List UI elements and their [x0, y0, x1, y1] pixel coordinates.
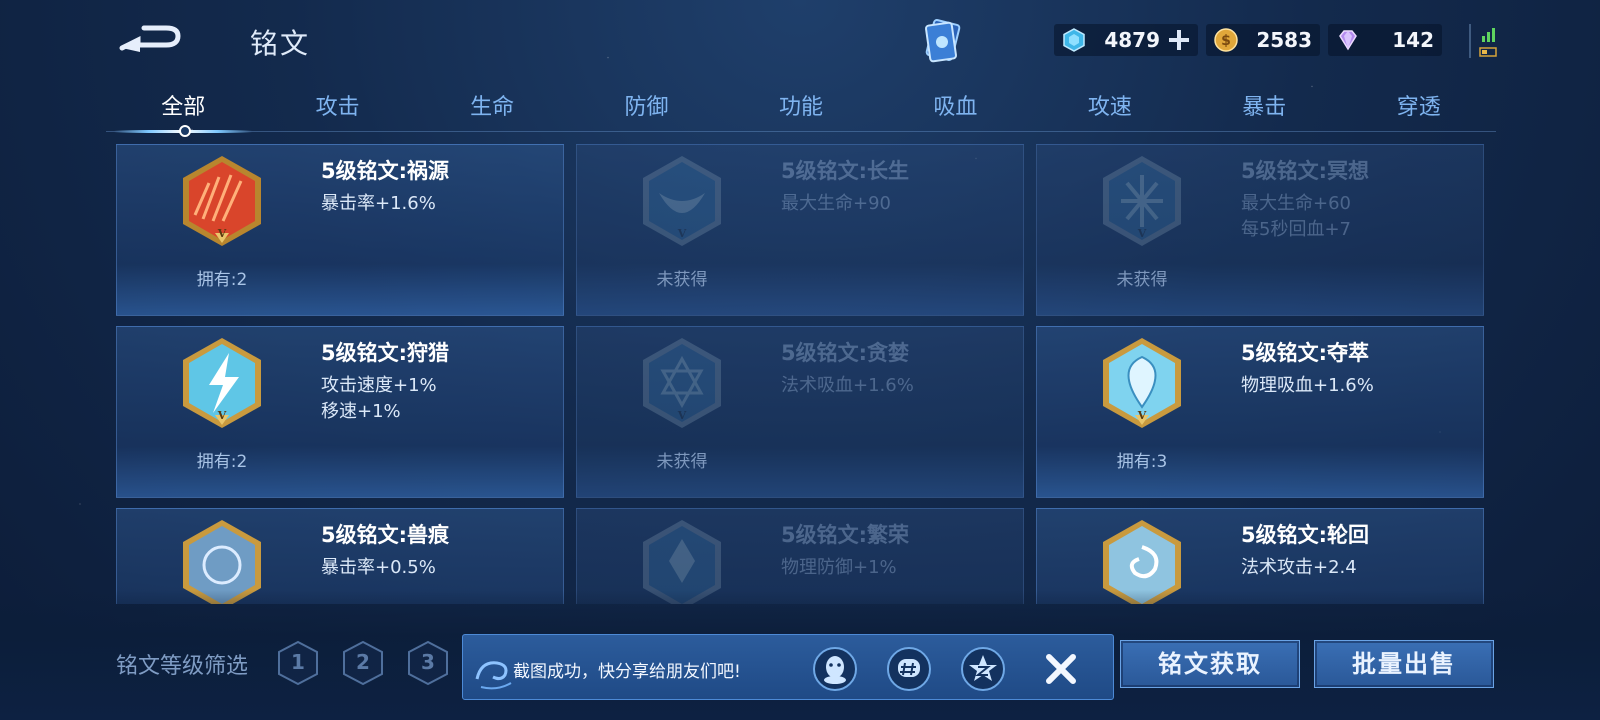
page-title: 铭文 — [250, 27, 311, 60]
rune-owned-count: 未获得 — [656, 270, 708, 290]
level-number: 2 — [356, 650, 370, 674]
tab-penetration[interactable]: 穿透 — [1342, 84, 1496, 131]
rune-card-changsheng[interactable]: V 5级铭文:长生 最大生命+90 未获得 — [576, 144, 1024, 316]
rune-stat: 攻击速度+1% — [321, 375, 437, 396]
rune-stat: 法术吸血+1.6% — [781, 375, 914, 396]
level-number: 3 — [421, 650, 435, 674]
rune-name: 5级铭文:长生 — [781, 159, 910, 183]
rune-shoulie-icon: V — [183, 338, 261, 428]
svg-text:V: V — [1137, 409, 1147, 422]
rune-stat: 暴击率+1.6% — [321, 193, 436, 214]
gold-value: 2583 — [1256, 28, 1312, 52]
tab-defense[interactable]: 防御 — [569, 84, 723, 131]
tab-health[interactable]: 生命 — [415, 84, 569, 131]
level-filter-label: 铭文等级筛选 — [116, 654, 249, 679]
status-indicator — [1466, 22, 1502, 62]
tab-attack[interactable]: 攻击 — [260, 84, 414, 131]
rune-tanlan-icon: V — [643, 338, 721, 428]
rune-stat: 最大生命+60 — [1241, 193, 1351, 214]
bulk-sell-button[interactable]: 批量出售 — [1314, 640, 1494, 688]
rune-acquire-button[interactable]: 铭文获取 — [1120, 640, 1300, 688]
add-coupon-button[interactable] — [1168, 29, 1190, 51]
diamond-counter: 142 — [1328, 24, 1442, 56]
level-number: 1 — [291, 650, 305, 674]
rune-owned-count: 拥有:2 — [196, 270, 248, 290]
share-toast: 截图成功，快分享给朋友们吧! — [462, 634, 1114, 700]
rune-owned-count: 拥有:3 — [1116, 452, 1168, 472]
rune-name: 5级铭文:贪婪 — [781, 341, 910, 365]
rune-duocui-icon: V — [1103, 338, 1181, 428]
svg-text:V: V — [677, 227, 687, 240]
svg-text:V: V — [217, 227, 227, 240]
rune-name: 5级铭文:冥想 — [1241, 159, 1370, 183]
svg-text:V: V — [1137, 227, 1147, 240]
rune-mingxiang-icon: V — [1103, 156, 1181, 246]
rune-card-shoulie[interactable]: V 5级铭文:狩猎 攻击速度+1% 移速+1% 拥有:2 — [116, 326, 564, 498]
back-arrow-icon — [119, 25, 181, 52]
qq-icon[interactable] — [813, 647, 857, 691]
svg-text:V: V — [217, 409, 227, 422]
svg-text:V: V — [677, 409, 687, 422]
coupon-counter: 4879 — [1054, 24, 1198, 56]
rune-name: 5级铭文:兽痕 — [321, 523, 450, 547]
rune-name: 5级铭文:轮回 — [1241, 523, 1370, 547]
rune-stat: 最大生命+90 — [781, 193, 891, 214]
tab-critical[interactable]: 暴击 — [1187, 84, 1341, 131]
coupon-value: 4879 — [1104, 28, 1160, 52]
tab-function[interactable]: 功能 — [724, 84, 878, 131]
rune-name: 5级铭文:夺萃 — [1241, 341, 1370, 365]
rune-owned-count: 拥有:2 — [196, 452, 248, 472]
gold-coin-icon: $ — [1214, 28, 1238, 52]
level-filter-3-button[interactable]: 3 — [407, 640, 449, 686]
diamond-icon — [1339, 30, 1357, 51]
category-tabs: 全部 攻击 生命 防御 功能 吸血 攻速 暴击 穿透 — [106, 84, 1496, 137]
level-filter-1-button[interactable]: 1 — [277, 640, 319, 686]
rune-owned-count: 未获得 — [656, 452, 708, 472]
rune-card-duocui[interactable]: V 5级铭文:夺萃 物理吸血+1.6% 拥有:3 — [1036, 326, 1484, 498]
rune-stat: 移速+1% — [321, 401, 401, 422]
rune-stat: 暴击率+0.5% — [321, 557, 436, 578]
rune-stat: 物理吸血+1.6% — [1241, 375, 1374, 396]
rune-changsheng-icon: V — [643, 156, 721, 246]
swirl-icon — [475, 661, 512, 690]
back-button[interactable] — [118, 18, 188, 58]
coupon-icon — [1063, 28, 1085, 52]
rune-name: 5级铭文:狩猎 — [321, 341, 450, 365]
rune-card-mingxiang[interactable]: V 5级铭文:冥想 最大生命+60 每5秒回血+7 未获得 — [1036, 144, 1484, 316]
share-toast-text: 截图成功，快分享给朋友们吧! — [513, 662, 741, 682]
qzone-icon[interactable] — [961, 647, 1005, 691]
card-pack-icon[interactable] — [922, 18, 966, 66]
wechat-moments-icon[interactable] — [887, 647, 931, 691]
rune-card-tanlan[interactable]: V 5级铭文:贪婪 法术吸血+1.6% 未获得 — [576, 326, 1024, 498]
header: 铭文 4879 $ 2583 142 — [0, 0, 1600, 80]
rune-stat: 物理防御+1% — [781, 557, 897, 578]
svg-text:$: $ — [1221, 33, 1231, 49]
close-icon[interactable] — [1041, 649, 1081, 689]
tab-attack-speed[interactable]: 攻速 — [1033, 84, 1187, 131]
rune-card-huoyuan[interactable]: V 5级铭文:祸源 暴击率+1.6% 拥有:2 — [116, 144, 564, 316]
rune-stat: 每5秒回血+7 — [1241, 219, 1351, 240]
rune-stat: 法术攻击+2.4 — [1241, 557, 1357, 578]
tab-all[interactable]: 全部 — [106, 84, 260, 137]
tab-lifesteal[interactable]: 吸血 — [878, 84, 1032, 131]
diamond-value: 142 — [1392, 28, 1434, 52]
rune-name: 5级铭文:祸源 — [321, 159, 450, 183]
rune-owned-count: 未获得 — [1116, 270, 1168, 290]
rune-grid: V 5级铭文:祸源 暴击率+1.6% 拥有:2 V 5级铭文:长生 最大生命+9… — [116, 144, 1484, 604]
rune-huoyuan-icon: V — [183, 156, 261, 246]
rune-name: 5级铭文:繁荣 — [781, 523, 910, 547]
level-filter-2-button[interactable]: 2 — [342, 640, 384, 686]
gold-counter: $ 2583 — [1206, 24, 1320, 56]
